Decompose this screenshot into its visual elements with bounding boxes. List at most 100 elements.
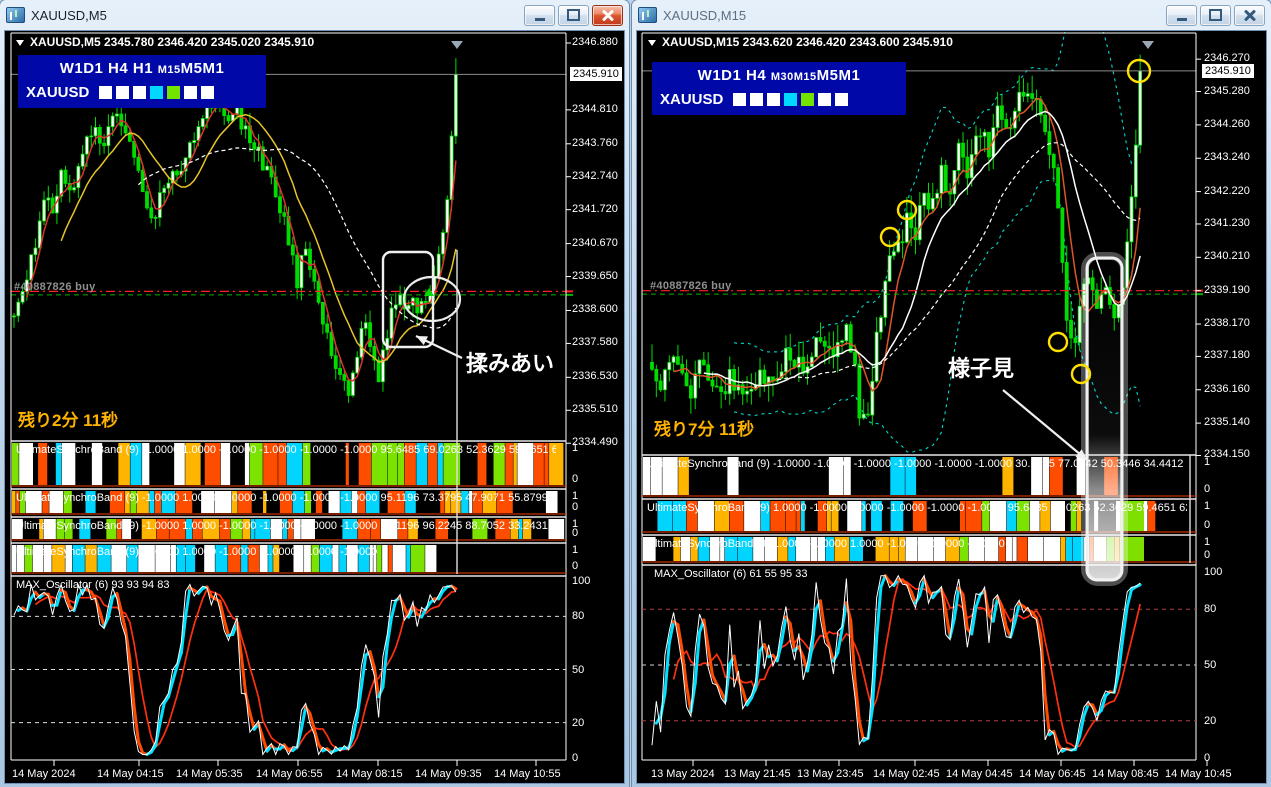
- oscillator-scale-label: 80: [572, 610, 585, 623]
- indicator-scale-max: 1: [1204, 456, 1211, 468]
- timeframe-color-square: [750, 93, 764, 106]
- minimize-button[interactable]: [1166, 4, 1197, 26]
- price-axis-label: 2337.180: [1204, 349, 1250, 362]
- time-axis-label: 14 May 08:45: [1092, 768, 1159, 780]
- candle-countdown: 残り7分 11秒: [654, 420, 755, 439]
- timeframe-color-square: [733, 93, 747, 106]
- oscillator-scale-label: 80: [1204, 603, 1217, 616]
- titlebar[interactable]: XAUUSD,M15: [632, 0, 1271, 30]
- maximize-button[interactable]: [1200, 4, 1231, 26]
- indicator-panel-label: UltimateSynchroBand (9) -1.0000 1.0000 -…: [16, 520, 556, 532]
- time-axis-label: 14 May 04:15: [97, 768, 164, 780]
- indicator-scale-min: 0: [1204, 519, 1211, 531]
- time-axis-label: 14 May 2024: [12, 768, 76, 780]
- timeframe-color-square: [167, 86, 181, 99]
- chart-area[interactable]: [636, 30, 1267, 784]
- price-axis-label: 2335.140: [1204, 416, 1250, 429]
- price-axis-label: 2341.720: [572, 202, 618, 215]
- price-axis-label: 2340.670: [572, 236, 618, 249]
- time-axis-label: 14 May 06:55: [256, 768, 323, 780]
- oscillator-scale-label: 0: [1204, 752, 1211, 764]
- symbol-label: XAUUSD: [660, 91, 724, 108]
- price-axis-label: 2340.210: [1204, 250, 1250, 263]
- indicator-scale-min: 0: [572, 501, 579, 513]
- indicator-scale-min: 0: [572, 527, 579, 539]
- annotation-text: 様子見: [948, 356, 1015, 381]
- timeframe-labels: W1D1 H4 M30M15M5M1: [697, 67, 861, 84]
- indicator-scale-max: 1: [572, 442, 579, 454]
- time-axis-label: 13 May 23:45: [797, 768, 864, 780]
- indicator-scale-min: 0: [572, 473, 579, 485]
- price-axis-label: 2339.650: [572, 269, 618, 282]
- price-axis-label: 2335.510: [572, 403, 618, 416]
- indicator-panel-label: UltimateSynchroBand (9) 1.0000 -1.0000 1…: [647, 538, 1005, 550]
- symbol-dropdown-icon[interactable]: [16, 39, 24, 46]
- time-axis-label: 14 May 05:35: [176, 768, 243, 780]
- timeframe-signal-panel: W1D1 H4 M30M15M5M1 XAUUSD: [652, 62, 906, 115]
- close-button[interactable]: [592, 4, 623, 26]
- trade-ticket-label: #40887826 buy: [14, 281, 96, 293]
- oscillator-scale-label: 50: [572, 663, 585, 676]
- time-axis-label: 14 May 04:45: [946, 768, 1013, 780]
- time-axis-label: 14 May 09:35: [415, 768, 482, 780]
- timeframe-color-square: [133, 86, 147, 99]
- price-axis-label: 2339.190: [1204, 283, 1250, 296]
- indicator-scale-min: 0: [1204, 483, 1211, 495]
- price-axis-label: 2336.530: [572, 370, 618, 383]
- indicator-scale-max: 1: [1204, 536, 1211, 548]
- indicator-panel-label: UltimateSynchroBand (9) -1.0000 1.0000 -…: [16, 444, 556, 456]
- annotation-text: 揉みあい: [466, 351, 555, 376]
- time-axis-label: 14 May 06:45: [1019, 768, 1086, 780]
- timeframe-color-square: [150, 86, 164, 99]
- timeframe-color-square: [818, 93, 832, 106]
- minimize-button[interactable]: [524, 4, 555, 26]
- oscillator-scale-label: 50: [1204, 659, 1217, 671]
- titlebar[interactable]: XAUUSD,M5: [0, 0, 629, 30]
- time-axis-label: 14 May 10:55: [494, 768, 561, 780]
- chart-ohlc-header: XAUUSD,M5 2345.780 2346.420 2345.020 234…: [16, 35, 314, 49]
- price-axis-label: 2343.240: [1204, 151, 1250, 164]
- price-axis-label: 2344.810: [572, 102, 618, 115]
- indicator-scale-min: 0: [1204, 549, 1211, 561]
- timeframe-color-square: [201, 86, 215, 99]
- chart-ohlc-header: XAUUSD,M15 2343.620 2346.420 2343.600 23…: [648, 35, 953, 49]
- chart-window-m15[interactable]: XAUUSD,M15 XAUUSD,M15 2343.620 2346.420 …: [632, 0, 1271, 787]
- timeframe-signal-panel: W1D1 H4 H1 M15M5M1 XAUUSD: [18, 55, 266, 108]
- price-axis-label: 2346.270: [1204, 52, 1250, 65]
- timeframe-labels: W1D1 H4 H1 M15M5M1: [59, 60, 225, 77]
- current-price-tag: 2345.910: [570, 67, 622, 82]
- time-axis-label: 13 May 2024: [651, 768, 715, 780]
- price-axis-label: 2334.150: [1204, 448, 1250, 461]
- indicator-panel-label: UltimateSynchroBand (9) 1.0000 -1.0000 1…: [647, 502, 1187, 514]
- timeframe-color-square: [184, 86, 198, 99]
- chart-window-m5[interactable]: XAUUSD,M5 XAUUSD,M5 2345.780 2346.420 23…: [0, 0, 629, 787]
- candle-countdown: 残り2分 11秒: [18, 411, 119, 430]
- timeframe-squares: [733, 93, 852, 106]
- indicator-panel-label: UltimateSynchroBand (9) -1.0000 -1.0000 …: [647, 458, 1187, 470]
- indicator-panel-label: UltimateSynchroBand (9) -1.0000 1.0000 -…: [16, 492, 556, 504]
- indicator-scale-min: 0: [572, 560, 579, 572]
- timeframe-squares: [99, 86, 218, 99]
- timeframe-color-square: [767, 93, 781, 106]
- oscillator-scale-label: 100: [1204, 566, 1223, 578]
- timeframe-color-square: [116, 86, 130, 99]
- symbol-label: XAUUSD: [26, 84, 90, 101]
- price-axis-label: 2346.880: [572, 36, 618, 48]
- timeframe-color-square: [784, 93, 798, 106]
- oscillator-scale-label: 100: [572, 575, 591, 587]
- maximize-button[interactable]: [558, 4, 589, 26]
- oscillator-label: MAX_Oscillator (6) 61 55 95 33: [654, 568, 808, 580]
- time-axis-label: 14 May 08:15: [336, 768, 403, 780]
- desktop-background: { "desktop": {"bg_color": "#b9d2ea"}, "w…: [0, 0, 1271, 787]
- trade-ticket-label: #40887826 buy: [650, 280, 732, 292]
- window-title: XAUUSD,M5: [31, 7, 107, 23]
- price-axis-label: 2342.220: [1204, 184, 1250, 197]
- price-axis-label: 2337.580: [572, 336, 618, 349]
- symbol-dropdown-icon[interactable]: [648, 39, 656, 46]
- timeframe-color-square: [835, 93, 849, 106]
- close-button[interactable]: [1234, 4, 1265, 26]
- price-axis-label: 2338.600: [572, 303, 618, 316]
- time-axis-label: 13 May 21:45: [724, 768, 791, 780]
- price-axis-label: 2341.230: [1204, 216, 1250, 229]
- price-axis-label: 2342.740: [572, 169, 618, 182]
